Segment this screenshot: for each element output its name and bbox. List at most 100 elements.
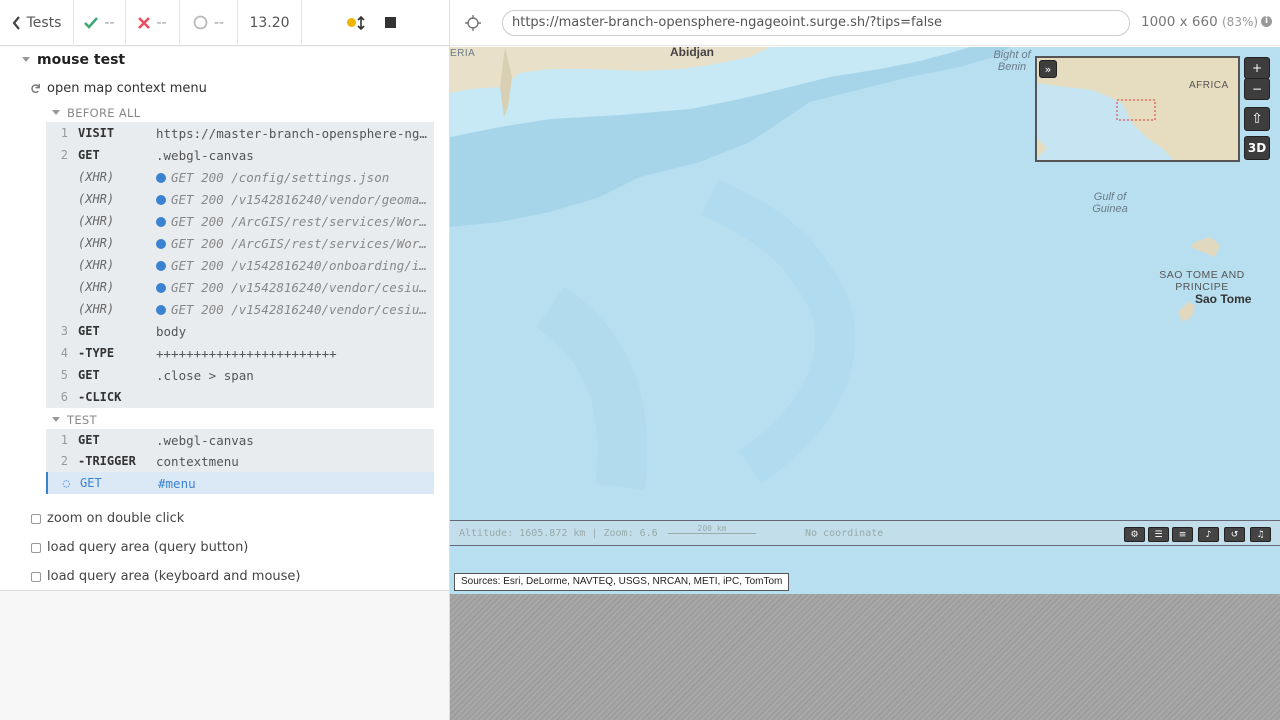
command-name: VISIT (78, 126, 115, 140)
zoom-in-button[interactable]: + (1244, 57, 1270, 79)
home-button[interactable]: ⇧ (1244, 107, 1270, 131)
command-name: GET (80, 476, 102, 490)
tests-button[interactable]: Tests (0, 0, 74, 46)
stop-button[interactable] (368, 0, 414, 46)
test-title: load query area (keyboard and mouse) (47, 569, 301, 584)
layers-icon[interactable]: ≡ (1172, 527, 1193, 542)
command-message-text: GET 200 /ArcGIS/rest/services/World_Stre… (171, 213, 434, 229)
overview-minimap[interactable]: AFRICA » (1035, 56, 1240, 162)
command-number: 4 (60, 346, 68, 360)
stop-icon (385, 17, 396, 28)
crosshair-icon (465, 14, 481, 31)
command-log-row[interactable]: ◌ GET #menu (46, 472, 434, 494)
spinner-circle-icon (193, 15, 208, 30)
command-number: 3 (60, 324, 68, 338)
command-message-text: body (156, 323, 187, 339)
command-name: -CLICK (78, 390, 122, 404)
notifications-bell-icon[interactable]: ♪ (1198, 527, 1219, 542)
test-item[interactable]: load query area (keyboard and mouse) (31, 569, 301, 584)
command-message: body (156, 324, 434, 339)
command-message-text: GET 200 /v1542816240/vendor/geomag/WMM.C… (171, 191, 434, 207)
map-attribution: Sources: Esri, DeLorme, NAVTEQ, USGS, NR… (454, 573, 790, 591)
caret-down-icon (52, 417, 60, 422)
pending-value: -- (213, 14, 225, 31)
minimap-label-africa: AFRICA (1189, 80, 1229, 91)
test-item[interactable]: zoom on double click (31, 511, 184, 526)
command-name: (XHR) (78, 280, 115, 294)
command-log-row[interactable]: 5 GET .close > span (46, 364, 434, 386)
zoom-out-button[interactable]: − (1244, 78, 1270, 100)
test-body-hook[interactable]: TEST (52, 413, 97, 427)
duration: 13.20 (238, 0, 302, 46)
filters-icon[interactable]: ☰ (1148, 527, 1169, 542)
command-log-row[interactable]: 1 GET .webgl-canvas (46, 429, 434, 451)
updown-arrow-icon (356, 15, 365, 30)
before-all-hook[interactable]: BEFORE ALL (52, 106, 140, 120)
selector-playground-button[interactable] (450, 0, 496, 46)
command-message-text: .webgl-canvas (156, 432, 254, 448)
pending-count: -- (180, 0, 238, 46)
hook-label: BEFORE ALL (67, 106, 141, 120)
command-log-row[interactable]: 2 GET .webgl-canvas (46, 144, 434, 166)
command-number: 5 (60, 368, 68, 382)
xhr-log-row[interactable]: (XHR) GET 200 /ArcGIS/rest/services/World… (46, 232, 434, 254)
xhr-status-dot-icon (156, 194, 166, 205)
xhr-log-row[interactable]: (XHR) GET 200 /config/settings.json (46, 166, 434, 188)
sound-icon[interactable]: ♫ (1250, 527, 1271, 542)
command-log-row[interactable]: 1 VISIT https://master-branch-opensphere-n… (46, 122, 434, 144)
command-message-text: GET 200 /v1542816240/onboarding/intro.js… (171, 257, 434, 273)
hook-label: TEST (67, 413, 97, 427)
3d-mode-button[interactable]: 3D (1244, 136, 1270, 160)
xhr-log-row[interactable]: (XHR) GET 200 /v1542816240/vendor/geomag/… (46, 188, 434, 210)
minimap-expand-button[interactable]: » (1039, 60, 1057, 78)
command-message: GET 200 /v1542816240/onboarding/intro.js… (156, 258, 434, 273)
command-message: GET 200 /ArcGIS/rest/services/World_Imag… (156, 236, 434, 251)
tests-label: Tests (26, 14, 62, 31)
command-message-text: GET 200 /v1542816240/vendor/cesium/Asset… (171, 279, 434, 295)
xhr-log-row[interactable]: (XHR) GET 200 /ArcGIS/rest/services/World… (46, 210, 434, 232)
test-open-map-context-menu[interactable]: open map context menu (30, 81, 207, 96)
command-name: (XHR) (78, 236, 115, 250)
command-log-row[interactable]: 3 GET body (46, 320, 434, 342)
command-name: (XHR) (78, 170, 115, 184)
settings-icon[interactable]: ⚙ (1124, 527, 1145, 542)
map-label-gulf-of-guinea: Gulf of Guinea (1092, 191, 1128, 215)
chevron-left-icon (12, 15, 20, 30)
command-name: GET (78, 368, 100, 382)
reporter-header: Tests -- -- -- 13.20 (0, 0, 449, 46)
auto-scroll-toggle[interactable] (354, 0, 368, 46)
command-name: (XHR) (78, 258, 115, 272)
suite-header[interactable]: mouse test (22, 52, 125, 68)
xhr-status-dot-icon (156, 172, 166, 183)
command-message: GET 200 /ArcGIS/rest/services/World_Stre… (156, 214, 434, 229)
reporter-panel: Tests -- -- -- 13.20 mouse test open map… (0, 0, 450, 720)
command-name: (XHR) (78, 192, 115, 206)
suite-title: mouse test (37, 52, 126, 68)
viewport-size: 1000 x 660 (1141, 14, 1218, 30)
test-item[interactable]: load query area (query button) (31, 540, 248, 555)
command-number: 2 (60, 454, 68, 468)
command-name: GET (78, 148, 100, 162)
history-icon[interactable]: ↺ (1224, 527, 1245, 542)
command-name: -TYPE (78, 346, 115, 360)
command-message-text: #menu (158, 475, 196, 491)
running-refresh-icon (31, 83, 40, 94)
xhr-log-row[interactable]: (XHR) GET 200 /v1542816240/vendor/cesium/… (46, 276, 434, 298)
runnables-list: mouse test open map context menu BEFORE … (0, 47, 449, 591)
xhr-log-row[interactable]: (XHR) GET 200 /v1542816240/vendor/cesium/… (46, 298, 434, 320)
map-label-sao-tome: Sao Tome (1195, 292, 1252, 306)
command-log-row[interactable]: 4 -TYPE ++++++++++++++++++++++++ (46, 342, 434, 364)
xhr-log-row[interactable]: (XHR) GET 200 /v1542816240/onboarding/int… (46, 254, 434, 276)
command-number: 2 (60, 148, 68, 162)
test-title: load query area (query button) (47, 540, 249, 555)
failed-value: -- (156, 14, 167, 31)
command-log-row[interactable]: 2 -TRIGGER contextmenu (46, 450, 434, 472)
map-label-eria: ERIA (450, 48, 476, 59)
command-message-text: .webgl-canvas (156, 147, 254, 163)
test-title: zoom on double click (47, 511, 185, 526)
info-icon[interactable]: i (1261, 16, 1272, 27)
command-log-row[interactable]: 6 -CLICK (46, 386, 434, 408)
test-status-box-icon (31, 513, 41, 524)
url-bar[interactable]: https://master-branch-opensphere-ngageoi… (502, 10, 1130, 36)
x-icon (138, 16, 151, 29)
